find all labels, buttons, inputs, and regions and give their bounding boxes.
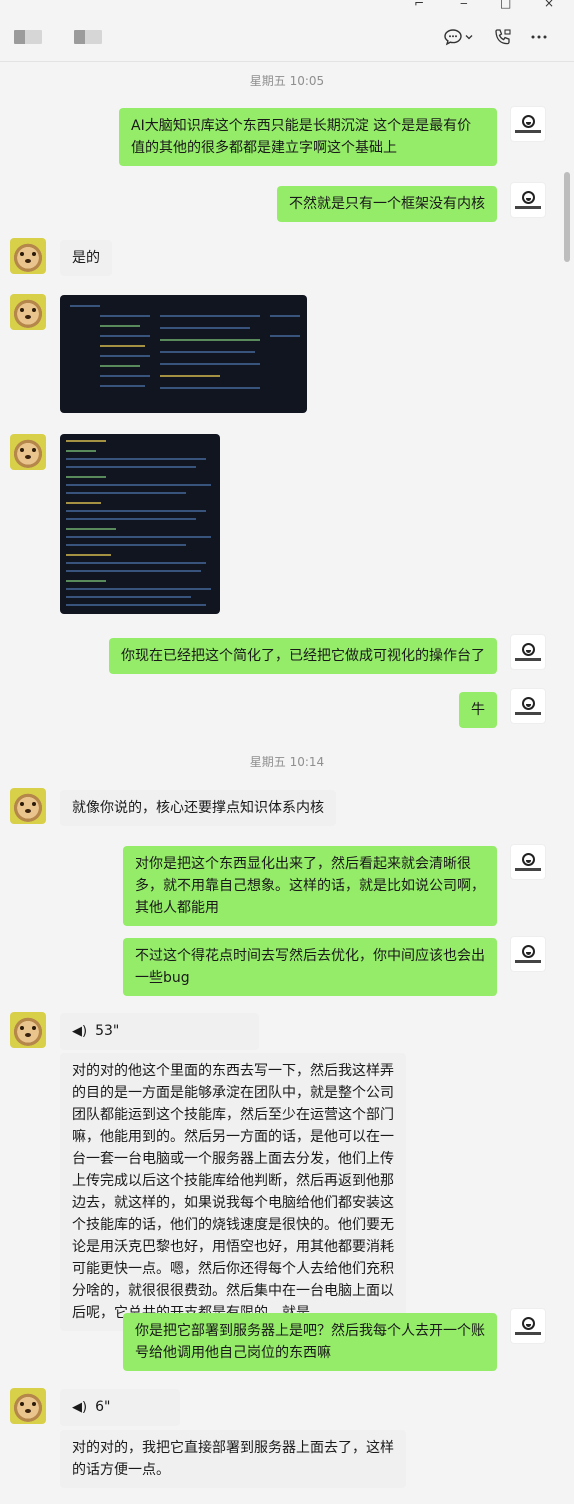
- avatar-me[interactable]: [510, 182, 546, 218]
- avatar-me[interactable]: [510, 844, 546, 880]
- contact-name-blurred: [14, 30, 42, 44]
- chat-bubble-icon[interactable]: [442, 26, 464, 48]
- voice-duration: 53": [95, 1023, 120, 1039]
- voice-wave-icon: ◀): [72, 1024, 88, 1039]
- maximize-icon[interactable]: □: [500, 0, 511, 10]
- chevron-down-icon[interactable]: [462, 26, 476, 48]
- avatar-contact[interactable]: [10, 434, 46, 470]
- message-bubble-me[interactable]: 对你是把这个东西显化出来了，然后看起来就会清晰很多，就不用靠自己想象。这样的话，…: [123, 846, 497, 926]
- avatar-me[interactable]: [510, 688, 546, 724]
- avatar-contact[interactable]: [10, 788, 46, 824]
- message-image-screenshot[interactable]: [60, 434, 220, 614]
- message-bubble-other[interactable]: 是的: [60, 240, 112, 276]
- message-image-screenshot[interactable]: [60, 295, 307, 413]
- chat-message-list[interactable]: 星期五 10:05 AI大脑知识库这个东西只能是长期沉淀 这个是是最有价值的其他…: [0, 62, 574, 1504]
- avatar-me[interactable]: [510, 936, 546, 972]
- avatar-contact[interactable]: [10, 238, 46, 274]
- voice-transcript[interactable]: 对的对的他这个里面的东西去写一下，然后我这样弄的目的是一方面是能够承淀在团队中，…: [60, 1053, 406, 1331]
- voice-message[interactable]: ◀) 6": [60, 1389, 180, 1426]
- pin-icon[interactable]: ⌐: [414, 0, 424, 10]
- message-bubble-me[interactable]: 不过这个得花点时间去写然后去优化，你中间应该也会出一些bug: [123, 938, 497, 996]
- contact-name-blurred: [74, 30, 102, 44]
- minimize-icon[interactable]: ‒: [460, 0, 468, 10]
- video-call-icon[interactable]: [492, 26, 514, 48]
- timestamp: 星期五 10:14: [249, 755, 325, 769]
- scrollbar-thumb[interactable]: [564, 172, 570, 262]
- more-icon[interactable]: [528, 26, 550, 48]
- avatar-contact[interactable]: [10, 1388, 46, 1424]
- window-titlebar: ⌐ ‒ □ ×: [0, 0, 574, 12]
- avatar-me[interactable]: [510, 1308, 546, 1344]
- voice-message[interactable]: ◀) 53": [60, 1013, 259, 1050]
- voice-wave-icon: ◀): [72, 1400, 88, 1415]
- message-bubble-me[interactable]: AI大脑知识库这个东西只能是长期沉淀 这个是是最有价值的其他的很多都都是建立字啊…: [119, 108, 497, 166]
- chat-header: [0, 12, 574, 62]
- message-bubble-other[interactable]: 就像你说的，核心还要撑点知识体系内核: [60, 790, 336, 826]
- close-icon[interactable]: ×: [544, 0, 554, 10]
- message-bubble-me[interactable]: 你现在已经把这个简化了，已经把它做成可视化的操作台了: [109, 638, 497, 674]
- voice-duration: 6": [95, 1399, 111, 1415]
- avatar-contact[interactable]: [10, 294, 46, 330]
- voice-transcript[interactable]: 对的对的，我把它直接部署到服务器上面去了，这样的话方便一点。: [60, 1430, 406, 1488]
- message-bubble-me[interactable]: 牛: [459, 692, 497, 728]
- timestamp: 星期五 10:05: [249, 74, 325, 88]
- avatar-me[interactable]: [510, 106, 546, 142]
- message-bubble-me[interactable]: 不然就是只有一个框架没有内核: [277, 186, 497, 222]
- avatar-me[interactable]: [510, 634, 546, 670]
- avatar-contact[interactable]: [10, 1012, 46, 1048]
- message-bubble-me[interactable]: 你是把它部署到服务器上是吧？然后我每个人去开一个账号给他调用他自己岗位的东西嘛: [123, 1313, 497, 1371]
